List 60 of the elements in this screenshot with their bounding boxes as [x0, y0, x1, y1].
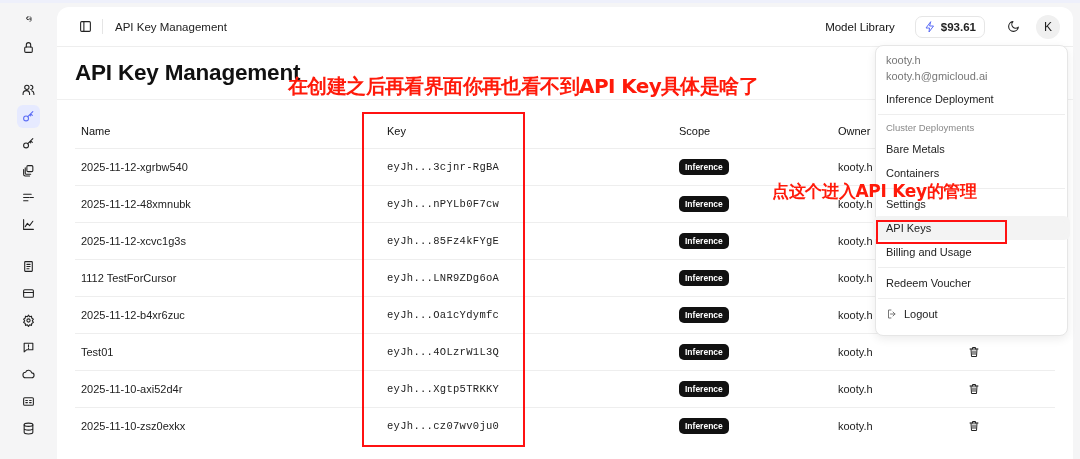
- key-cell: eyJh...4OLzrW1L3Q: [381, 333, 673, 371]
- breadcrumb-title: API Key Management: [115, 20, 227, 33]
- card-icon: [22, 287, 35, 300]
- key-cell: eyJh...LNR9ZDg6oA: [381, 259, 673, 297]
- key-cell: eyJh...cz07wv0ju0: [381, 407, 673, 444]
- menu-item[interactable]: Inference Deployment: [878, 92, 1065, 106]
- key-icon: [22, 110, 35, 123]
- table-cell: kooty.h: [832, 370, 955, 408]
- table-cell: 1112 TestForCursor: [75, 259, 381, 297]
- table-cell: 2025-11-12-b4xr6zuc: [75, 296, 381, 334]
- key-icon: [22, 137, 35, 150]
- message-icon: [22, 341, 35, 354]
- column-header: Key: [381, 114, 673, 149]
- scope-tag: Inference: [679, 381, 729, 397]
- table-cell: 2025-11-12-48xmnubk: [75, 185, 381, 223]
- lock-icon: [22, 41, 35, 54]
- scope-tag: Inference: [679, 159, 729, 175]
- table-cell: Test01: [75, 333, 381, 371]
- sidebar-toggle-button[interactable]: [77, 18, 94, 35]
- users-icon: [22, 83, 35, 96]
- key-cell: eyJh...85Fz4kFYgE: [381, 222, 673, 260]
- scope-tag: Inference: [679, 344, 729, 360]
- moon-icon: [1007, 20, 1020, 33]
- annotation-text: 点这个进入API Key的管理: [772, 183, 977, 200]
- table-cell: 2025-11-12-xcvc1g3s: [75, 222, 381, 260]
- key-cell: eyJh...Oa1cYdymfc: [381, 296, 673, 334]
- cloud-icon: [22, 368, 35, 381]
- key-cell: eyJh...nPYLb0F7cw: [381, 185, 673, 223]
- table-cell: 2025-11-12-xgrbw540: [75, 148, 381, 186]
- column-header: Name: [75, 114, 381, 149]
- scope-tag: Inference: [679, 196, 729, 212]
- trash-icon: [968, 346, 980, 358]
- scope-tag: Inference: [679, 307, 729, 323]
- username-text: kooty.h: [885, 53, 922, 68]
- document-icon: [22, 260, 35, 273]
- scope-tag: Inference: [679, 233, 729, 249]
- table-cell: kooty.h: [832, 407, 955, 444]
- table-cell: 2025-11-10-zsz0exkx: [75, 407, 381, 444]
- email-text: kooty.h@gmicloud.ai: [885, 69, 989, 84]
- avatar-button[interactable]: K: [1036, 14, 1060, 39]
- chart-icon: [22, 218, 35, 231]
- layers-icon: [22, 164, 35, 177]
- logout-icon: [886, 308, 898, 320]
- trash-icon: [968, 383, 980, 395]
- settings-icon: [22, 314, 35, 327]
- id-card-icon: [22, 395, 35, 408]
- list-icon: [22, 191, 35, 204]
- key-cell: eyJh...3cjnr-RgBA: [381, 148, 673, 186]
- balance-button[interactable]: $93.61: [914, 15, 985, 38]
- scope-tag: Inference: [679, 418, 729, 434]
- trash-icon: [968, 420, 980, 432]
- lightning-icon: [923, 20, 936, 33]
- key-cell: eyJh...Xgtp5TRKKY: [381, 370, 673, 408]
- model-library-link[interactable]: Model Library: [825, 20, 895, 33]
- sidebar-icon: [79, 20, 92, 33]
- theme-toggle-button[interactable]: [1005, 18, 1022, 35]
- column-header: Scope: [673, 114, 832, 149]
- scope-tag: Inference: [679, 270, 729, 286]
- database-icon: [22, 422, 35, 435]
- table-cell: 2025-11-10-axi52d4r: [75, 370, 381, 408]
